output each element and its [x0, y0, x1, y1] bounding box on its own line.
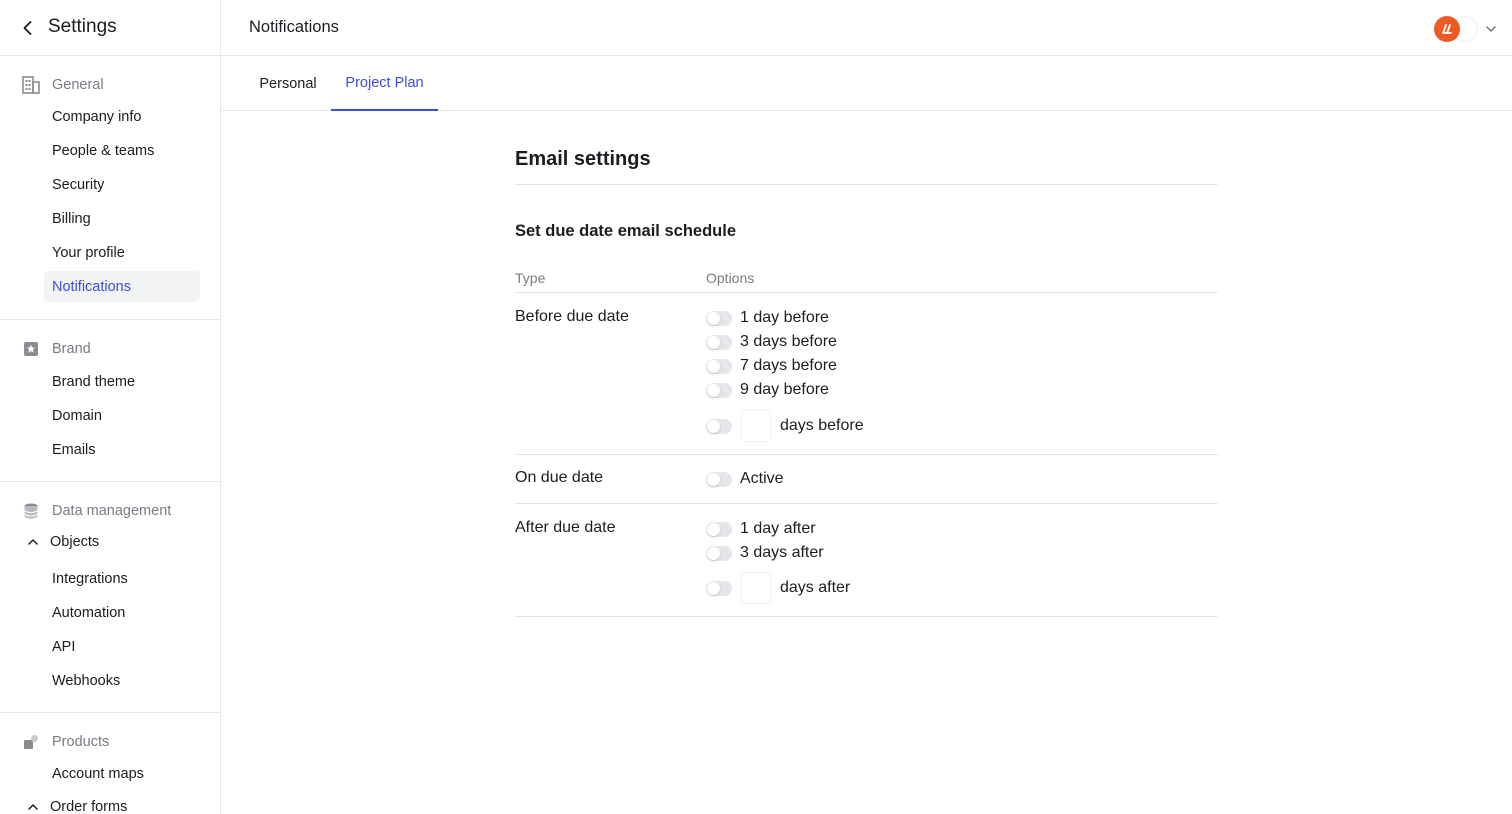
section-title: Email settings [515, 148, 651, 170]
top-header: Notifications [221, 0, 1512, 56]
account-switcher[interactable] [1434, 16, 1498, 42]
group-brand: Brand [22, 338, 91, 360]
divider [515, 616, 1218, 617]
sidebar-divider [0, 712, 220, 713]
toggle-switch[interactable] [706, 545, 732, 561]
sidebar-divider [0, 319, 220, 320]
group-products: Products [22, 731, 109, 753]
sidebar-item-brand-theme[interactable]: Brand theme [44, 366, 200, 397]
chevron-down-icon [1486, 26, 1496, 32]
sidebar-item-domain[interactable]: Domain [44, 400, 200, 431]
tab-personal[interactable]: Personal [249, 56, 327, 111]
divider [515, 454, 1218, 455]
sidebar-item-billing[interactable]: Billing [44, 203, 200, 234]
option-custom-days-after: days after [706, 572, 850, 604]
option-custom-days-before: days before [706, 410, 864, 442]
sidebar-item-people-teams[interactable]: People & teams [44, 135, 200, 166]
toggle-switch[interactable] [706, 471, 732, 487]
tab-project-plan[interactable]: Project Plan [331, 56, 438, 111]
group-label-general: General [52, 77, 104, 93]
option-7-days-before: 7 days before [706, 355, 837, 377]
option-3-days-after: 3 days after [706, 542, 824, 564]
sidebar-header: Settings [0, 0, 220, 56]
sidebar-collapse-order-forms[interactable]: Order forms [26, 796, 127, 814]
sidebar-collapse-label: Objects [50, 534, 100, 550]
settings-sidebar: Settings General Company info People & t… [0, 0, 221, 814]
sidebar-item-your-profile[interactable]: Your profile [44, 237, 200, 268]
sidebar-item-emails[interactable]: Emails [44, 434, 200, 465]
option-label: 3 days before [740, 333, 837, 350]
option-active: Active [706, 468, 784, 490]
column-header-type: Type [515, 270, 546, 286]
divider [515, 503, 1218, 504]
option-label: 1 day before [740, 309, 829, 326]
toggle-switch[interactable] [706, 521, 732, 537]
sidebar-collapse-label: Order forms [50, 799, 128, 814]
database-icon [24, 503, 38, 519]
sidebar-item-notifications[interactable]: Notifications [44, 271, 200, 302]
option-label: 7 days before [740, 357, 837, 374]
sidebar-item-api[interactable]: API [44, 631, 200, 662]
option-label: 3 days after [740, 544, 824, 561]
subsection-title: Set due date email schedule [515, 222, 736, 240]
group-label-products: Products [52, 734, 110, 750]
column-header-options: Options [706, 270, 755, 286]
toggle-switch[interactable] [706, 358, 732, 374]
page-title: Notifications [249, 18, 339, 36]
divider [515, 184, 1218, 185]
sidebar-item-automation[interactable]: Automation [44, 597, 200, 628]
group-data-management: Data management [22, 500, 171, 522]
sidebar-item-security[interactable]: Security [44, 169, 200, 200]
sidebar-item-company-info[interactable]: Company info [44, 101, 200, 132]
option-1-day-after: 1 day after [706, 518, 816, 540]
group-general: General [22, 74, 104, 96]
products-icon [24, 735, 38, 749]
toggle-switch[interactable] [706, 334, 732, 350]
option-label: 9 day before [740, 381, 829, 398]
row-label-before-due-date: Before due date [515, 308, 629, 325]
toggle-switch[interactable] [706, 382, 732, 398]
option-1-day-before: 1 day before [706, 307, 829, 329]
chevron-up-icon [28, 539, 38, 545]
sidebar-title: Settings [48, 16, 117, 37]
option-label: Active [740, 470, 784, 487]
days-after-input[interactable] [740, 572, 772, 604]
toggle-switch[interactable] [706, 580, 732, 596]
sidebar-item-webhooks[interactable]: Webhooks [44, 665, 200, 696]
back-arrow-icon[interactable] [18, 18, 38, 38]
sidebar-divider [0, 481, 220, 482]
tab-bar: Personal Project Plan [221, 56, 1512, 111]
sidebar-collapse-objects[interactable]: Objects [26, 531, 99, 553]
group-label-data-management: Data management [52, 503, 172, 519]
sidebar-item-integrations[interactable]: Integrations [44, 563, 200, 594]
option-3-days-before: 3 days before [706, 331, 837, 353]
row-label-on-due-date: On due date [515, 469, 604, 486]
days-before-input[interactable] [740, 410, 772, 442]
row-label-after-due-date: After due date [515, 519, 616, 536]
divider [515, 292, 1218, 293]
option-label: days before [780, 417, 864, 434]
star-badge-icon [24, 342, 38, 356]
toggle-switch[interactable] [706, 310, 732, 326]
sidebar-item-account-maps[interactable]: Account maps [44, 758, 200, 789]
group-label-brand: Brand [52, 341, 91, 357]
company-logo-icon [1434, 16, 1460, 42]
building-icon [22, 76, 40, 94]
option-9-day-before: 9 day before [706, 379, 829, 401]
toggle-switch[interactable] [706, 418, 732, 434]
chevron-up-icon [28, 804, 38, 810]
option-label: 1 day after [740, 520, 816, 537]
option-label: days after [780, 579, 851, 596]
